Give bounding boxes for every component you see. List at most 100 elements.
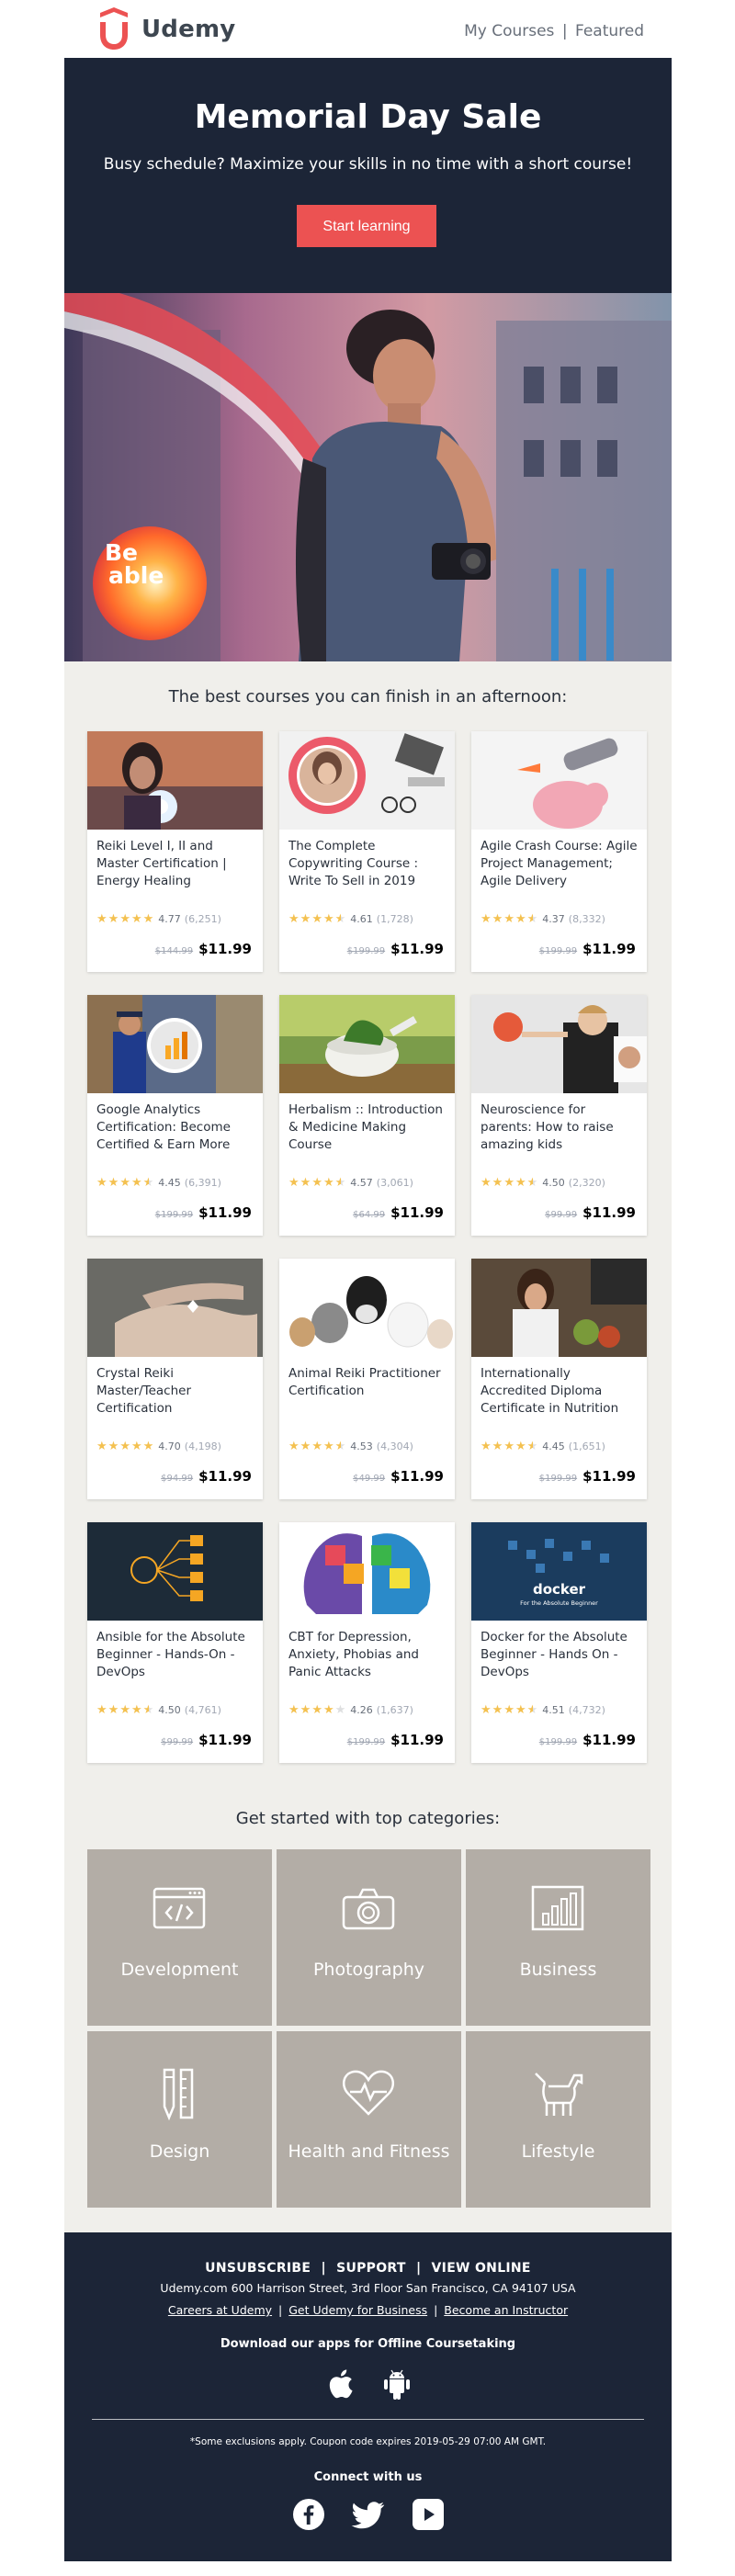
course-price: $99.99 $11.99 [161, 1732, 252, 1748]
course-thumbnail[interactable]: docker For the Absolute Beginner [471, 1522, 647, 1621]
category-tile-health-and-fitness[interactable]: Health and Fitness [277, 2031, 461, 2208]
footer-sublinks: Careers at Udemy | Get Udemy for Busines… [64, 2303, 672, 2317]
course-card[interactable]: Reiki Level I, II and Master Certificati… [87, 731, 263, 972]
hero-title: Memorial Day Sale [194, 98, 542, 136]
course-price: $49.99 $11.99 [353, 1468, 444, 1485]
twitter-icon[interactable] [351, 2498, 386, 2531]
course-title[interactable]: Herbalism :: Introduction & Medicine Mak… [288, 1102, 447, 1154]
course-card[interactable]: Herbalism :: Introduction & Medicine Mak… [279, 995, 455, 1236]
rating-count: (4,761) [184, 1704, 221, 1716]
support-link[interactable]: SUPPORT [336, 2261, 406, 2276]
course-rating: ★★★★★ 4.61 (1,728) [288, 912, 413, 926]
course-title[interactable]: CBT for Depression, Anxiety, Phobias and… [288, 1629, 447, 1681]
featured-link[interactable]: Featured [575, 22, 644, 40]
course-thumbnail[interactable] [279, 995, 455, 1093]
be-able-badge: Be able [105, 541, 164, 587]
course-card[interactable]: Google Analytics Certification: Become C… [87, 995, 263, 1236]
course-thumbnail[interactable] [87, 1522, 263, 1621]
course-title[interactable]: Animal Reiki Practitioner Certification [288, 1365, 447, 1400]
course-thumbnail[interactable] [87, 731, 263, 830]
android-icon[interactable] [383, 2368, 411, 2400]
hero-section: Memorial Day Sale Busy schedule? Maximiz… [64, 58, 672, 293]
rating-stars-icon: ★★★★★ [96, 1440, 155, 1453]
category-label: Development [120, 1960, 239, 1980]
sale-price: $11.99 [198, 1732, 252, 1748]
course-thumbnail[interactable] [471, 1259, 647, 1357]
original-price: $199.99 [346, 946, 386, 956]
start-learning-button[interactable]: Start learning [297, 205, 436, 247]
course-title[interactable]: Google Analytics Certification: Become C… [96, 1102, 254, 1154]
badge-line1: Be [105, 539, 139, 566]
udemy-business-link[interactable]: Get Udemy for Business [288, 2303, 427, 2317]
footer-separator: | [278, 2303, 283, 2317]
rating-stars-icon: ★★★★★ [288, 912, 347, 926]
view-online-link[interactable]: VIEW ONLINE [432, 2261, 531, 2276]
course-price: $99.99 $11.99 [545, 1204, 636, 1221]
course-card[interactable]: Ansible for the Absolute Beginner - Hand… [87, 1522, 263, 1763]
course-rating: ★★★★★ 4.77 (6,251) [96, 912, 221, 926]
course-thumbnail[interactable] [87, 1259, 263, 1357]
footer-separator: | [415, 2261, 422, 2276]
category-tile-development[interactable]: Development [87, 1849, 272, 2026]
category-tile-business[interactable]: Business [466, 1849, 650, 2026]
original-price: $64.99 [353, 1210, 386, 1220]
course-card[interactable]: Animal Reiki Practitioner Certification ★… [279, 1259, 455, 1499]
course-card[interactable]: CBT for Depression, Anxiety, Phobias and… [279, 1522, 455, 1763]
course-card[interactable]: The Complete Copywriting Course : Write … [279, 731, 455, 972]
course-rating: ★★★★★ 4.57 (3,061) [288, 1176, 413, 1190]
course-thumbnail[interactable] [471, 995, 647, 1093]
course-rating: ★★★★★ 4.50 (2,320) [481, 1176, 605, 1190]
rating-stars-icon: ★★★★★ [481, 1176, 539, 1190]
hero-subtitle: Busy schedule? Maximize your skills in n… [103, 155, 633, 174]
course-title[interactable]: Internationally Accredited Diploma Certi… [481, 1365, 639, 1418]
unsubscribe-link[interactable]: UNSUBSCRIBE [205, 2261, 311, 2276]
course-card[interactable]: Neuroscience for parents: How to raise a… [471, 995, 647, 1236]
course-price: $199.99 $11.99 [539, 1732, 636, 1748]
categories-section: Get started with top categories: Develop… [64, 1787, 672, 2232]
rating-value: 4.51 [542, 1704, 565, 1716]
course-card[interactable]: docker For the Absolute Beginner Docker fo… [471, 1522, 647, 1763]
my-courses-link[interactable]: My Courses [464, 22, 554, 40]
course-title[interactable]: Agile Crash Course: Agile Project Manage… [481, 838, 639, 890]
rating-stars-icon: ★★★★★ [288, 1176, 347, 1190]
course-title[interactable]: Neuroscience for parents: How to raise a… [481, 1102, 639, 1154]
course-price: $64.99 $11.99 [353, 1204, 444, 1221]
category-tile-lifestyle[interactable]: Lifestyle [466, 2031, 650, 2208]
udemy-logo[interactable]: Udemy [92, 7, 235, 51]
sale-price: $11.99 [390, 1732, 444, 1748]
facebook-icon[interactable] [292, 2498, 325, 2531]
course-title[interactable]: Docker for the Absolute Beginner - Hands… [481, 1629, 639, 1681]
rating-count: (1,651) [568, 1441, 605, 1452]
original-price: $99.99 [545, 1210, 578, 1220]
sale-price: $11.99 [198, 941, 252, 957]
course-title[interactable]: Reiki Level I, II and Master Certificati… [96, 838, 254, 890]
course-thumbnail[interactable] [279, 1522, 455, 1621]
category-tile-photography[interactable]: Photography [277, 1849, 461, 2026]
rating-count: (6,251) [184, 913, 221, 925]
sale-price: $11.99 [390, 1468, 444, 1485]
become-instructor-link[interactable]: Become an Instructor [444, 2303, 568, 2317]
careers-link[interactable]: Careers at Udemy [168, 2303, 272, 2317]
sale-price: $11.99 [198, 1468, 252, 1485]
hero-banner-image[interactable]: Be able [64, 293, 672, 661]
course-thumbnail[interactable] [471, 731, 647, 830]
apple-icon[interactable] [326, 2368, 354, 2400]
course-title[interactable]: The Complete Copywriting Course : Write … [288, 838, 447, 890]
rating-stars-icon: ★★★★★ [96, 1176, 155, 1190]
course-title[interactable]: Ansible for the Absolute Beginner - Hand… [96, 1629, 254, 1681]
course-card[interactable]: Internationally Accredited Diploma Certi… [471, 1259, 647, 1499]
sale-price: $11.99 [390, 941, 444, 957]
course-card[interactable]: Crystal Reiki Master/Teacher Certificati… [87, 1259, 263, 1499]
rating-count: (4,304) [376, 1441, 413, 1452]
top-bar: Udemy My Courses | Featured [0, 0, 735, 58]
course-card[interactable]: Agile Crash Course: Agile Project Manage… [471, 731, 647, 972]
course-thumbnail[interactable] [279, 1259, 455, 1357]
category-tile-design[interactable]: Design [87, 2031, 272, 2208]
connect-heading: Connect with us [313, 2470, 423, 2484]
youtube-icon[interactable] [412, 2498, 445, 2531]
rating-value: 4.61 [350, 913, 373, 925]
course-thumbnail[interactable] [279, 731, 455, 830]
course-title[interactable]: Crystal Reiki Master/Teacher Certificati… [96, 1365, 254, 1418]
course-thumbnail[interactable] [87, 995, 263, 1093]
rating-value: 4.50 [158, 1704, 181, 1716]
